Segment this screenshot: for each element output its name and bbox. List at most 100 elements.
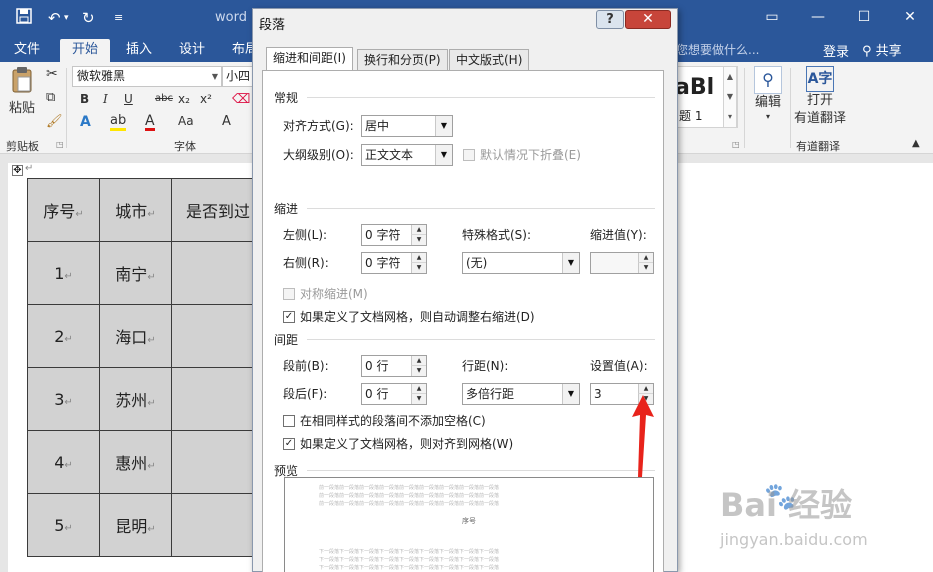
spin-down-icon[interactable]: ▼	[411, 394, 426, 404]
tab-asian-typography[interactable]: 中文版式(H)	[449, 49, 530, 70]
indent-left-spinner[interactable]: 0 字符 ▲ ▼	[361, 224, 427, 246]
copy-icon[interactable]: ⧉	[46, 90, 55, 105]
table-cell[interactable]: 苏州↵	[99, 367, 172, 431]
redo-icon[interactable]: ↻	[82, 8, 95, 28]
no-space-same-style-checkbox[interactable]	[283, 415, 295, 427]
undo-icon[interactable]: ↶	[48, 8, 61, 28]
table-cell[interactable]: 海口↵	[99, 304, 172, 368]
window-close-button[interactable]: ✕	[895, 6, 925, 28]
outline-level-value: 正文文本	[365, 148, 414, 162]
auto-adjust-indent-checkbox[interactable]: ✓	[283, 311, 295, 323]
spin-up-icon[interactable]: ▲	[411, 356, 426, 366]
clipboard-launcher-icon[interactable]: ◳	[56, 140, 64, 149]
paste-button[interactable]: 粘贴	[8, 66, 36, 118]
table-cell[interactable]: 南宁↵	[99, 241, 172, 305]
table-cell[interactable]: 3↵	[27, 367, 100, 431]
eraser-icon[interactable]: ⌫	[232, 92, 250, 107]
save-icon[interactable]	[16, 8, 32, 28]
spacing-before-label: 段前(B):	[283, 359, 329, 373]
outline-level-select[interactable]: 正文文本 ▼	[361, 144, 453, 166]
spin-up-icon[interactable]: ▲	[411, 253, 426, 263]
underline-button[interactable]: U	[124, 92, 133, 106]
spin-up-icon[interactable]: ▲	[411, 225, 426, 235]
customize-quick-access-icon[interactable]: ≡	[114, 8, 123, 28]
preview-prev-line: 前一段落前一段落前一段落前一段落前一段落前一段落前一段落前一段落前一段落	[319, 501, 500, 507]
indent-right-spinner[interactable]: 0 字符 ▲ ▼	[361, 252, 427, 274]
subscript-button[interactable]: x₂	[178, 92, 190, 106]
bold-button[interactable]: B	[80, 92, 89, 106]
mirror-indents-checkbox[interactable]	[283, 288, 295, 300]
text-effects-icon[interactable]: A	[80, 114, 91, 130]
paragraph-dialog: 段落 ? ✕ 缩进和间距(I) 换行和分页(P) 中文版式(H) 常规 对齐方式…	[252, 8, 678, 572]
header-cell[interactable]: 城市↵	[99, 178, 172, 242]
snap-to-grid-checkbox[interactable]: ✓	[283, 438, 295, 450]
table-cell[interactable]: 惠州↵	[99, 430, 172, 494]
table-cell[interactable]: 5↵	[27, 493, 100, 557]
cut-icon[interactable]: ✂	[46, 66, 58, 82]
header-cell[interactable]: 序号↵	[27, 178, 100, 242]
spacing-before-value: 0 行	[365, 359, 389, 373]
spin-down-icon[interactable]: ▼	[411, 235, 426, 245]
table-cell[interactable]: 1↵	[27, 241, 100, 305]
spin-up-icon[interactable]: ▲	[411, 384, 426, 394]
dialog-close-button[interactable]: ✕	[625, 10, 671, 29]
tab-file[interactable]: 文件	[2, 39, 52, 62]
spacing-after-label: 段后(F):	[283, 387, 328, 401]
tab-design[interactable]: 设计	[167, 39, 217, 62]
spin-up-icon[interactable]: ▲	[638, 253, 653, 263]
alignment-select[interactable]: 居中 ▼	[361, 115, 453, 137]
login-link[interactable]: 登录	[823, 41, 849, 60]
chevron-down-icon: ▼	[211, 72, 218, 81]
styles-launcher-icon[interactable]: ◳	[732, 140, 740, 149]
ribbon-display-options-icon[interactable]: ▭	[757, 6, 787, 28]
preview-next-line: 下一段落下一段落下一段落下一段落下一段落下一段落下一段落下一段落下一段落	[319, 549, 500, 555]
collapse-ribbon-icon[interactable]: ▲	[912, 138, 920, 149]
table-move-handle-icon[interactable]: ✥	[12, 165, 23, 176]
format-painter-icon[interactable]: 🖌	[46, 114, 63, 129]
indent-by-label: 缩进值(Y):	[590, 228, 647, 242]
table-cell[interactable]: 4↵	[27, 430, 100, 494]
edit-button[interactable]: ⚲ 编辑 ▾	[752, 66, 784, 122]
grow-font-button[interactable]: A	[222, 114, 231, 129]
font-name-value: 微软雅黑	[77, 69, 126, 83]
no-space-same-style-label: 在相同样式的段落间不添加空格(C)	[300, 414, 486, 428]
spacing-after-spinner[interactable]: 0 行 ▲ ▼	[361, 383, 427, 405]
spin-down-icon[interactable]: ▼	[411, 263, 426, 273]
undo-dropdown-icon[interactable]: ▾	[64, 8, 69, 28]
table-cell[interactable]: 2↵	[27, 304, 100, 368]
tab-home[interactable]: 开始	[60, 39, 111, 62]
highlight-icon[interactable]: ab	[110, 114, 127, 131]
strikethrough-button[interactable]: abc	[155, 93, 173, 104]
spacing-before-spinner[interactable]: 0 行 ▲ ▼	[361, 355, 427, 377]
share-button[interactable]: ⚲ 共享	[862, 40, 902, 59]
styles-scroll[interactable]: ▲ ▼ ▾	[723, 66, 737, 128]
change-case-button[interactable]: Aa	[178, 114, 194, 128]
tab-indent-spacing[interactable]: 缩进和间距(I)	[266, 47, 353, 71]
share-label: 共享	[875, 44, 902, 59]
line-spacing-select[interactable]: 多倍行距 ▼	[462, 383, 580, 405]
paragraph-mark: ↵	[25, 163, 34, 174]
spin-down-icon[interactable]: ▼	[638, 263, 653, 273]
spacing-at-label: 设置值(A):	[590, 359, 648, 373]
font-name-combo[interactable]: 微软雅黑 ▼	[72, 66, 222, 87]
chevron-down-icon: ▾	[765, 112, 770, 121]
preview-next-line: 下一段落下一段落下一段落下一段落下一段落下一段落下一段落下一段落下一段落	[319, 565, 500, 571]
tab-panel: 常规 对齐方式(G): 居中 ▼ 大纲级别(O): 正文文本 ▼ 默认情况下折叠…	[262, 70, 664, 572]
superscript-button[interactable]: x²	[200, 92, 212, 106]
spin-down-icon[interactable]: ▼	[411, 366, 426, 376]
tab-insert[interactable]: 插入	[114, 39, 164, 62]
table-cell[interactable]: 昆明↵	[99, 493, 172, 557]
tell-me-input[interactable]: 您想要做什么...	[676, 41, 759, 58]
minimize-button[interactable]: —	[803, 6, 833, 28]
special-indent-select[interactable]: (无) ▼	[462, 252, 580, 274]
help-button[interactable]: ?	[596, 10, 624, 29]
font-color-button[interactable]: A	[145, 114, 155, 131]
indent-by-spinner[interactable]: ▲ ▼	[590, 252, 654, 274]
style-preview: aBl	[675, 75, 715, 100]
maximize-button[interactable]: ☐	[849, 6, 879, 28]
italic-button[interactable]: I	[103, 92, 108, 106]
youdao-translate-button[interactable]: A字 打开 有道翻译	[794, 66, 846, 128]
collapse-by-default-checkbox[interactable]	[463, 149, 475, 161]
tab-line-page-breaks[interactable]: 换行和分页(P)	[357, 49, 448, 70]
font-size-combo[interactable]: 小四	[222, 66, 254, 87]
